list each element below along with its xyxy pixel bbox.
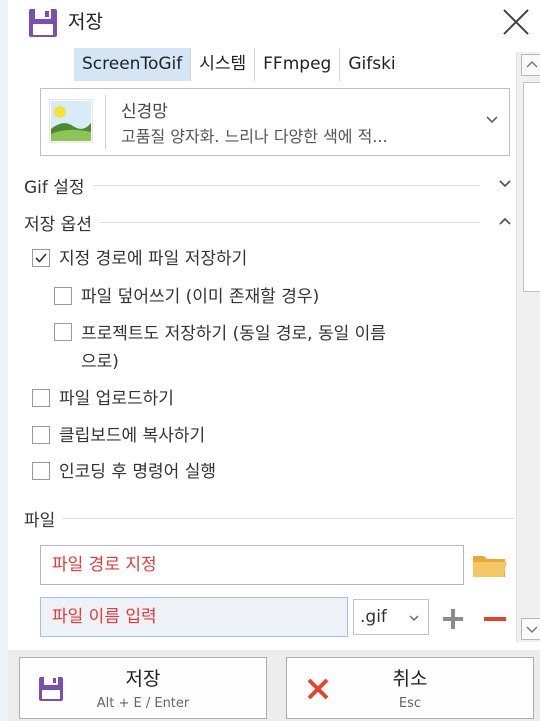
checkbox[interactable] — [54, 287, 72, 305]
option-label-line2: 으로) — [81, 352, 119, 372]
option-label: 파일 업로드하기 — [59, 389, 174, 409]
section-gif-settings[interactable]: Gif 설정 — [24, 171, 514, 199]
save-panel: 저장 ScreenToGif 시스템 FFmpeg Gifski 신경망 고품질… — [8, 0, 540, 721]
left-edge-strip — [0, 0, 8, 721]
landscape-image-icon — [49, 99, 93, 143]
chevron-up-icon — [499, 217, 511, 225]
option-copy-clipboard[interactable]: 클립보드에 복사하기 — [32, 423, 205, 449]
file-path-field[interactable]: 파일 경로 지정 — [40, 545, 464, 585]
tab-system[interactable]: 시스템 — [191, 48, 256, 81]
save-button-label: 저장 — [125, 668, 161, 690]
extension-select[interactable]: .gif — [353, 599, 429, 635]
option-upload-file[interactable]: 파일 업로드하기 — [32, 386, 174, 412]
chevron-down-icon — [486, 116, 498, 124]
section-divider — [24, 518, 514, 519]
close-icon[interactable] — [498, 4, 534, 40]
option-save-to-path[interactable]: 지정 경로에 파일 저장하기 — [32, 246, 247, 272]
encoder-tabs: ScreenToGif 시스템 FFmpeg Gifski — [74, 48, 404, 81]
cancel-shortcut: Esc — [398, 696, 422, 711]
save-button[interactable]: 저장 Alt + E / Enter — [19, 657, 267, 719]
section-file: 파일 — [24, 504, 514, 532]
option-label: 프로젝트도 저장하기 (동일 경로, 동일 이름 으로) — [81, 320, 386, 376]
preset-description: 고품질 양자화. 느리나 다양한 색에 적... — [121, 127, 388, 146]
checkbox[interactable] — [32, 389, 50, 407]
checkmark-icon — [35, 253, 47, 263]
checkbox-checked[interactable] — [32, 249, 50, 267]
footer-bar: 저장 Alt + E / Enter 취소 Esc — [8, 650, 540, 721]
minus-icon[interactable] — [482, 606, 508, 632]
folder-icon[interactable] — [470, 548, 510, 582]
extension-value: .gif — [360, 607, 387, 627]
scroll-down-button[interactable] — [521, 618, 540, 640]
section-save-options-label: 저장 옵션 — [24, 210, 100, 235]
section-file-label: 파일 — [24, 506, 64, 531]
chevron-down-icon — [526, 626, 538, 633]
cancel-button-label: 취소 — [392, 668, 428, 690]
tab-gifski[interactable]: Gifski — [340, 48, 403, 81]
option-overwrite-file[interactable]: 파일 덮어쓰기 (이미 존재할 경우) — [54, 284, 319, 310]
option-save-project[interactable]: 프로젝트도 저장하기 (동일 경로, 동일 이름 으로) — [54, 320, 506, 376]
cancel-button[interactable]: 취소 Esc — [286, 657, 534, 719]
section-gif-settings-label: Gif 설정 — [24, 173, 93, 198]
option-label: 클립보드에 복사하기 — [59, 426, 206, 446]
file-name-field[interactable]: 파일 이름 입력 — [40, 597, 348, 637]
section-save-options[interactable]: 저장 옵션 — [24, 208, 514, 236]
preset-divider — [105, 95, 106, 149]
scroll-up-button[interactable] — [521, 54, 540, 76]
preset-name: 신경망 — [121, 102, 168, 122]
tab-screentogif[interactable]: ScreenToGif — [74, 48, 192, 81]
checkbox[interactable] — [32, 426, 50, 444]
option-label-line1: 프로젝트도 저장하기 (동일 경로, 동일 이름 — [81, 324, 386, 344]
checkbox[interactable] — [54, 323, 72, 341]
option-run-command[interactable]: 인코딩 후 명령어 실행 — [32, 459, 216, 485]
chevron-down-icon — [409, 615, 419, 621]
scroll-thumb[interactable] — [523, 82, 540, 292]
checkbox[interactable] — [32, 462, 50, 480]
option-label: 지정 경로에 파일 저장하기 — [59, 249, 248, 269]
floppy-disk-icon — [29, 9, 57, 37]
chevron-up-icon — [526, 61, 538, 68]
tab-ffmpeg[interactable]: FFmpeg — [255, 48, 341, 81]
save-shortcut: Alt + E / Enter — [96, 696, 190, 711]
chevron-down-icon — [499, 180, 511, 188]
plus-icon[interactable] — [440, 606, 466, 632]
option-label: 파일 덮어쓰기 (이미 존재할 경우) — [81, 287, 320, 307]
vertical-scrollbar[interactable] — [516, 52, 540, 642]
preset-selector[interactable]: 신경망 고품질 양자화. 느리나 다양한 색에 적... — [40, 88, 510, 156]
option-label: 인코딩 후 명령어 실행 — [59, 462, 216, 482]
panel-title: 저장 — [68, 11, 103, 33]
